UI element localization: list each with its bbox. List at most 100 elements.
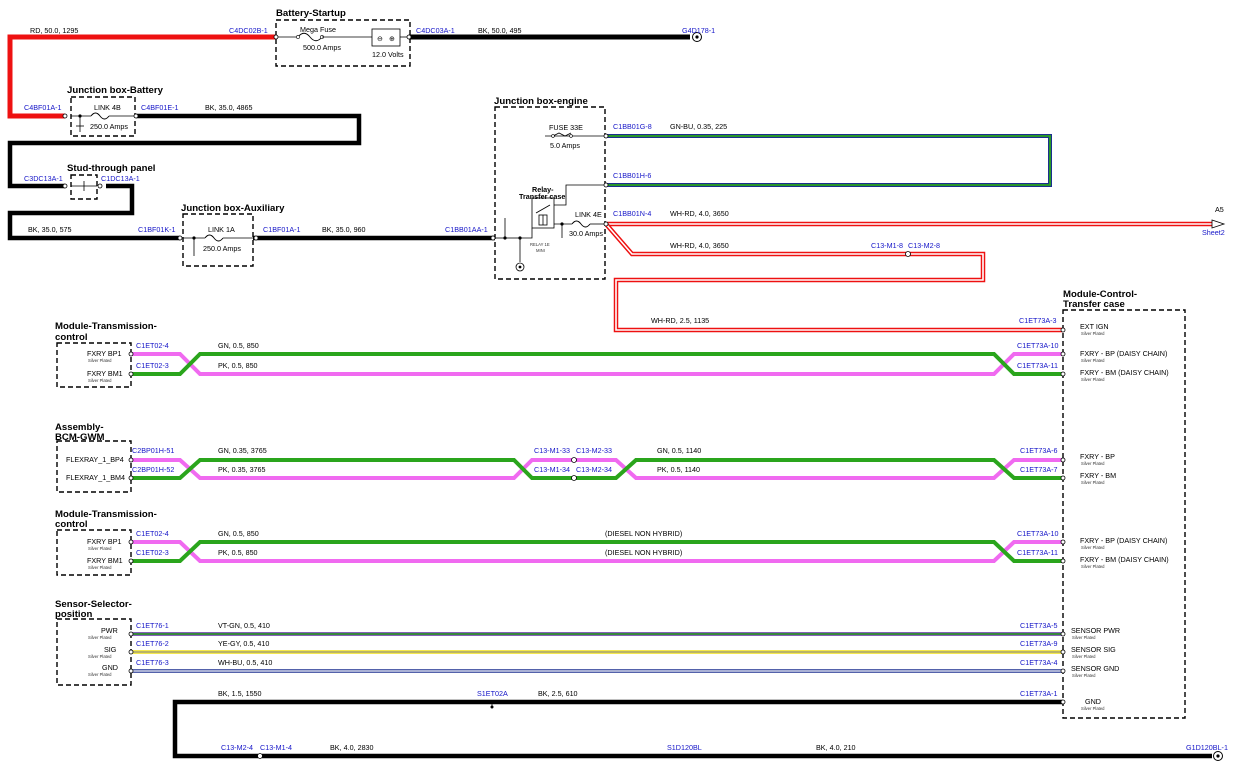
connector-label[interactable]: C2BP01H-52	[132, 465, 174, 474]
wire-label: RD, 50.0, 1295	[30, 26, 78, 35]
pin-label: FXRY - BM	[1080, 471, 1116, 480]
wire-wh-rd-4-c13[interactable]	[604, 222, 908, 257]
pin-label: FXRY BM1	[87, 556, 123, 565]
connector-label[interactable]: C1ET73A-7	[1020, 465, 1058, 474]
pin-plating: Silver Plated	[88, 565, 112, 570]
connector-label[interactable]: C3DC13A-1	[24, 174, 63, 183]
pin-label: FXRY - BM (DAISY CHAIN)	[1080, 368, 1169, 377]
pin-plating: Silver Plated	[1081, 564, 1105, 569]
connector-label[interactable]: C4DC02B-1	[229, 26, 268, 35]
connector-label[interactable]: C1ET76-2	[136, 639, 169, 648]
connector-label[interactable]: C1ET73A-11	[1017, 361, 1058, 370]
connector-label[interactable]: C13-M1-34	[534, 465, 570, 474]
pin-label: SENSOR GND	[1071, 664, 1119, 673]
connector-label[interactable]: C1BF01A-1	[263, 225, 301, 234]
relay-sub: RELAY 1E	[530, 242, 550, 247]
connector-label[interactable]: C1ET02-4	[136, 341, 169, 350]
connector-label[interactable]: C13-M1-33	[534, 446, 570, 455]
pin-plating: Silver Plated	[88, 654, 112, 659]
fuse33e-icon	[552, 132, 572, 137]
connector-label[interactable]: S1D120BL	[667, 743, 702, 752]
pin-label: FXRY - BM (DAISY CHAIN)	[1080, 555, 1169, 564]
connector-label[interactable]: C1ET73A-4	[1020, 658, 1058, 667]
jb-auxiliary-box	[182, 213, 254, 267]
wire-note: (DIESEL NON HYBRID)	[605, 548, 682, 557]
link4b-label: LINK 4B	[94, 103, 121, 112]
wire-label: GN, 0.35, 3765	[218, 446, 267, 455]
svg-text:⊖: ⊖	[377, 34, 383, 43]
connector-label[interactable]: C13-M1-8	[871, 241, 903, 250]
link4e-icon	[571, 220, 591, 228]
connector-label[interactable]: C1ET73A-1	[1020, 689, 1058, 698]
wire-label: GN-BU, 0.35, 225	[670, 122, 727, 131]
wire-label: WH-RD, 4.0, 3650	[670, 241, 729, 250]
connector-label[interactable]: C13-M1-4	[260, 743, 292, 752]
wire-label: BK, 1.5, 1550	[218, 689, 262, 698]
link1a-icon	[204, 234, 224, 242]
connector-label[interactable]: C1BB01H-6	[613, 171, 651, 180]
connector-label[interactable]: C13-M2-4	[221, 743, 253, 752]
link1a-rating: 250.0 Amps	[203, 244, 241, 253]
connector-label[interactable]: C1ET73A-11	[1017, 548, 1058, 557]
connector-label[interactable]: C1BF01K-1	[138, 225, 176, 234]
wire-label: GN, 0.5, 850	[218, 529, 259, 538]
connector-label[interactable]: C1ET02-3	[136, 361, 169, 370]
connector-label[interactable]: C1ET76-3	[136, 658, 169, 667]
connector-label[interactable]: C4BF01E-1	[141, 103, 179, 112]
pin-plating: Silver Plated	[1081, 545, 1105, 550]
connector-label[interactable]: C13-M2-33	[576, 446, 612, 455]
connector-label[interactable]: C1ET73A-6	[1020, 446, 1058, 455]
battery-volts: 12.0 Volts	[372, 50, 404, 59]
connector-label[interactable]: C1ET73A-9	[1020, 639, 1058, 648]
wire-label: BK, 50.0, 495	[478, 26, 522, 35]
pin-plating: Silver Plated	[88, 378, 112, 383]
connector-label[interactable]: G4D178-1	[682, 26, 715, 35]
connector-label[interactable]: C1ET02-3	[136, 548, 169, 557]
wire-gn-bu[interactable]	[606, 134, 1052, 187]
wire-pk-tcm2[interactable]	[131, 540, 1063, 563]
wire-gn-tcm2[interactable]	[131, 540, 1063, 563]
title-tcm1-2: control	[55, 332, 88, 343]
connector-label[interactable]: C13-M2-34	[576, 465, 612, 474]
wire-label: GN, 0.5, 1140	[657, 446, 701, 455]
connector-label[interactable]: C1ET73A-5	[1020, 621, 1058, 630]
title-jb-battery: Junction box-Battery	[67, 85, 164, 96]
pin-label: GND	[1085, 697, 1101, 706]
connector-label[interactable]: C1BB01AA-1	[445, 225, 488, 234]
wire-label: BK, 35.0, 4865	[205, 103, 253, 112]
pin-label: SENSOR SIG	[1071, 645, 1116, 654]
connector-label[interactable]: C1ET73A-3	[1019, 316, 1057, 325]
link1a-label: LINK 1A	[208, 225, 235, 234]
pin-label: FXRY BP1	[87, 349, 122, 358]
connector-label[interactable]: G1D120BL-1	[1186, 743, 1228, 752]
wire-label: PK, 0.35, 3765	[218, 465, 266, 474]
wire-gn-tcm1[interactable]	[131, 352, 1063, 376]
connector-label[interactable]: C1DC13A-1	[101, 174, 140, 183]
connector-label[interactable]: C1ET73A-10	[1017, 529, 1059, 538]
wire-pk-tcm1-top[interactable]	[131, 352, 1063, 376]
connector-label[interactable]: C4BF01A-1	[24, 103, 62, 112]
connector-label[interactable]: C13-M2-8	[908, 241, 940, 250]
connector-label[interactable]: C1ET76-1	[136, 621, 169, 630]
pin-label: FLEXRAY_1_BP4	[66, 455, 124, 464]
sheet-link[interactable]: Sheet2	[1202, 228, 1225, 237]
link4e-rating: 30.0 Amps	[569, 229, 603, 238]
connector-label[interactable]: C1ET73A-10	[1017, 341, 1059, 350]
wire-label: BK, 2.5, 610	[538, 689, 578, 698]
connector-label[interactable]: S1ET02A	[477, 689, 508, 698]
connector-label[interactable]: C1ET02-4	[136, 529, 169, 538]
component-labels: Mega Fuse 500.0 Amps 12.0 Volts LINK 4B …	[90, 25, 603, 253]
pin-label: FXRY - BP (DAISY CHAIN)	[1080, 349, 1167, 358]
pin-plating: Silver Plated	[1081, 358, 1105, 363]
mega-fuse-rating: 500.0 Amps	[303, 43, 341, 52]
wire-bk-15[interactable]	[172, 699, 1063, 759]
power-wires	[7, 34, 1212, 759]
wire-label: PK, 0.5, 850	[218, 361, 258, 370]
link4e-label: LINK 4E	[575, 210, 602, 219]
pin-label: EXT IGN	[1080, 322, 1109, 331]
pin-label: FXRY - BP (DAISY CHAIN)	[1080, 536, 1167, 545]
connector-label[interactable]: C1BB01N-4	[613, 209, 651, 218]
connector-label[interactable]: C1BB01G-8	[613, 122, 652, 131]
connector-label[interactable]: C4DC03A-1	[416, 26, 455, 35]
connector-label[interactable]: C2BP01H-51	[132, 446, 174, 455]
